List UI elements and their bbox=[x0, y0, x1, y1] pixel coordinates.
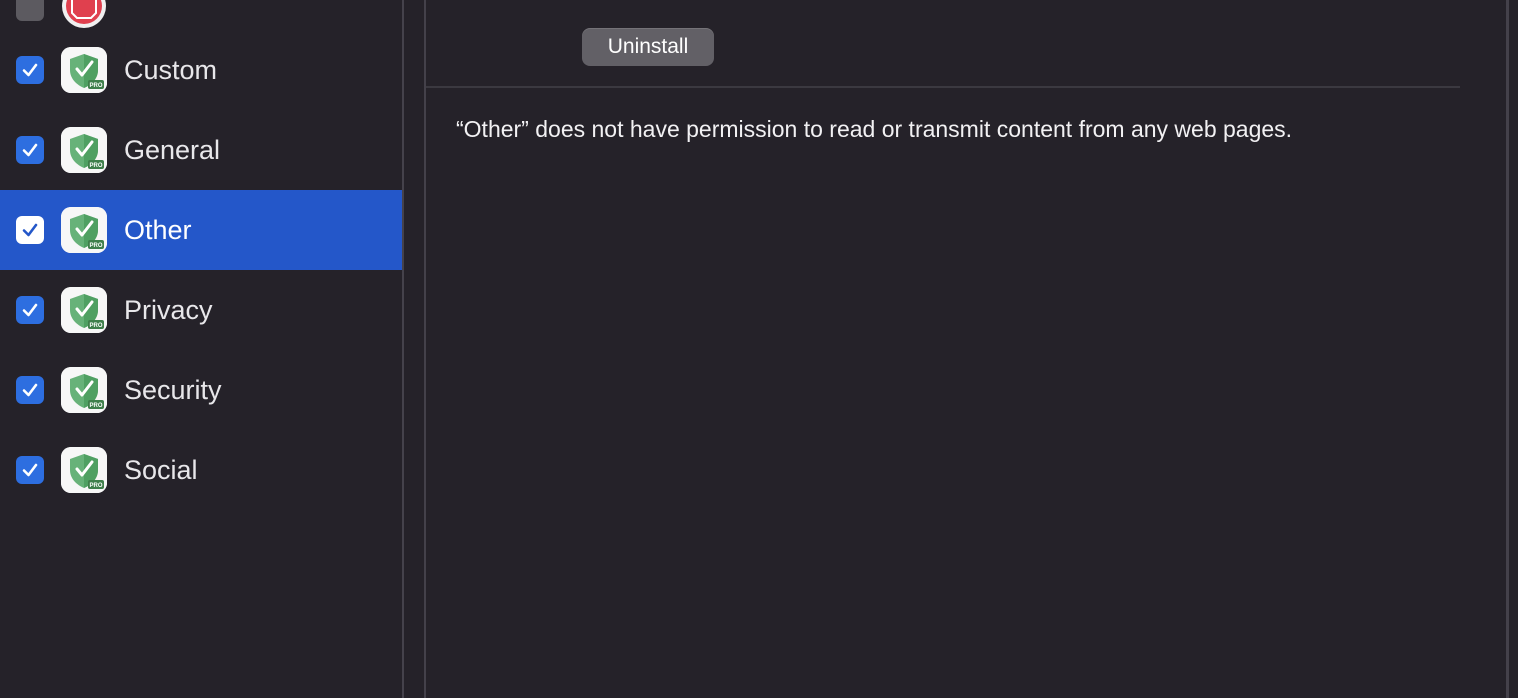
checkmark-icon bbox=[22, 63, 38, 77]
adguard-pro-icon: PRO bbox=[61, 287, 107, 333]
uninstall-button[interactable]: Uninstall bbox=[582, 28, 714, 66]
extension-checkbox[interactable] bbox=[16, 216, 44, 244]
extensions-sidebar: PRO Custom PRO General PRO Other PRO Pri… bbox=[0, 0, 402, 698]
svg-text:PRO: PRO bbox=[89, 323, 102, 329]
list-item[interactable] bbox=[0, 0, 402, 28]
section-divider bbox=[426, 86, 1460, 88]
extension-checkbox[interactable] bbox=[16, 136, 44, 164]
extension-checkbox[interactable] bbox=[16, 296, 44, 324]
svg-text:PRO: PRO bbox=[89, 403, 102, 409]
sidebar-item-social[interactable]: PRO Social bbox=[0, 430, 402, 510]
svg-text:PRO: PRO bbox=[89, 163, 102, 169]
sidebar-item-security[interactable]: PRO Security bbox=[0, 350, 402, 430]
pane-divider bbox=[424, 0, 426, 698]
svg-text:PRO: PRO bbox=[89, 83, 102, 89]
adguard-pro-icon: PRO bbox=[61, 207, 107, 253]
sidebar-item-label: Privacy bbox=[124, 295, 213, 325]
sidebar-item-other[interactable]: PRO Other bbox=[0, 190, 402, 270]
sidebar-item-label: Other bbox=[124, 215, 192, 245]
extensions-window: PRO Custom PRO General PRO Other PRO Pri… bbox=[0, 0, 1518, 698]
adguard-pro-icon: PRO bbox=[61, 47, 107, 93]
extension-checkbox[interactable] bbox=[16, 456, 44, 484]
svg-text:PRO: PRO bbox=[89, 243, 102, 249]
pane-divider bbox=[1506, 0, 1509, 698]
adguard-pro-icon: PRO bbox=[61, 367, 107, 413]
checkmark-icon bbox=[22, 383, 38, 397]
checkmark-icon bbox=[22, 143, 38, 157]
extension-detail-pane bbox=[404, 0, 1508, 698]
checkmark-icon bbox=[22, 223, 38, 237]
checkmark-icon bbox=[22, 303, 38, 317]
adguard-pro-icon: PRO bbox=[61, 127, 107, 173]
sidebar-item-custom[interactable]: PRO Custom bbox=[0, 30, 402, 110]
sidebar-item-label: Security bbox=[124, 375, 222, 405]
sidebar-item-privacy[interactable]: PRO Privacy bbox=[0, 270, 402, 350]
extension-checkbox[interactable] bbox=[16, 0, 44, 21]
checkmark-icon bbox=[22, 463, 38, 477]
sidebar-item-label: Social bbox=[124, 455, 198, 485]
svg-text:PRO: PRO bbox=[89, 483, 102, 489]
sidebar-item-general[interactable]: PRO General bbox=[0, 110, 402, 190]
permission-description: “Other” does not have permission to read… bbox=[456, 116, 1293, 142]
adguard-pro-icon: PRO bbox=[61, 447, 107, 493]
sidebar-item-label: Custom bbox=[124, 55, 218, 85]
sidebar-item-label: General bbox=[124, 135, 221, 165]
extension-checkbox[interactable] bbox=[16, 56, 44, 84]
stop-sign-icon bbox=[61, 0, 107, 29]
extension-checkbox[interactable] bbox=[16, 376, 44, 404]
